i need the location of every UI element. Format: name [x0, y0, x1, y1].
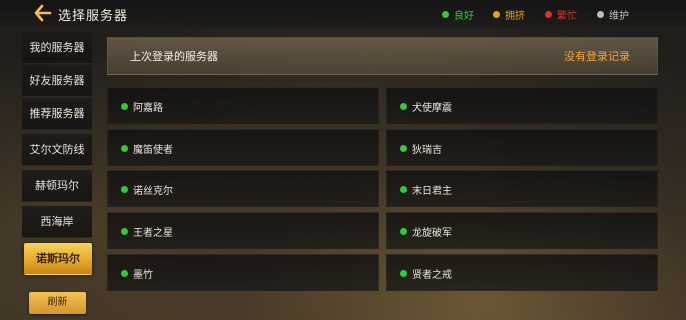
sidebar-item-hendon-myre[interactable]: 赫顿玛尔 — [22, 170, 92, 202]
server-name: 龙旋破军 — [412, 228, 452, 239]
server-name: 贤者之戒 — [412, 270, 452, 281]
server-item[interactable]: 末日君主 — [386, 170, 658, 207]
legend-maintenance: 维护 — [597, 7, 629, 22]
legend-full-label: 繁忙 — [557, 11, 577, 22]
status-dot-icon — [121, 228, 128, 235]
sidebar-item-west-coast[interactable]: 西海岸 — [22, 206, 92, 238]
status-dot-icon — [545, 11, 552, 18]
server-item[interactable]: 诺丝克尔 — [107, 170, 379, 207]
legend-maintenance-label: 维护 — [609, 11, 629, 22]
sidebar-item-recommended[interactable]: 推荐服务器 — [22, 98, 92, 130]
server-item[interactable]: 龙旋破军 — [386, 212, 658, 249]
legend-good: 良好 — [442, 7, 474, 22]
refresh-button[interactable]: 刷新 — [29, 292, 86, 314]
server-name: 魔笛使者 — [133, 145, 173, 156]
sidebar-item-elvenguard[interactable]: 艾尔文防线 — [22, 134, 92, 166]
server-item[interactable]: 王者之星 — [107, 212, 379, 249]
server-name: 末日君主 — [412, 186, 452, 197]
server-name: 王者之星 — [133, 228, 173, 239]
server-name: 阿嘉路 — [133, 103, 163, 114]
status-dot-icon — [121, 186, 128, 193]
status-dot-icon — [400, 103, 407, 110]
server-name: 犬使摩震 — [412, 103, 452, 114]
status-dot-icon — [121, 145, 128, 152]
top-bar: 选择服务器 良好 拥挤 繁忙 维护 — [0, 0, 686, 29]
sidebar-item-friend-servers[interactable]: 好友服务器 — [22, 65, 92, 97]
sidebar-item-my-servers[interactable]: 我的服务器 — [22, 32, 92, 64]
sidebar-item-nosmar[interactable]: 诺斯玛尔 — [24, 243, 92, 275]
legend-full: 繁忙 — [545, 7, 577, 22]
status-dot-icon — [400, 186, 407, 193]
legend-good-label: 良好 — [454, 11, 474, 22]
server-item[interactable]: 犬使摩震 — [386, 87, 658, 124]
status-dot-icon — [597, 11, 604, 18]
status-dot-icon — [493, 11, 500, 18]
server-item[interactable]: 阿嘉路 — [107, 87, 379, 124]
legend-busy: 拥挤 — [493, 7, 525, 22]
status-dot-icon — [442, 11, 449, 18]
last-login-panel: 上次登录的服务器 没有登录记录 — [107, 37, 658, 75]
no-record-text: 没有登录记录 — [564, 50, 630, 63]
server-item[interactable]: 狄瑞吉 — [386, 129, 658, 166]
back-arrow-icon[interactable] — [33, 3, 53, 23]
server-name: 狄瑞吉 — [412, 145, 442, 156]
server-item[interactable]: 贤者之戒 — [386, 254, 658, 291]
status-dot-icon — [400, 228, 407, 235]
server-item[interactable]: 魔笛使者 — [107, 129, 379, 166]
legend-busy-label: 拥挤 — [505, 11, 525, 22]
server-name: 墨竹 — [133, 270, 153, 281]
page-title: 选择服务器 — [58, 9, 129, 24]
server-item[interactable]: 墨竹 — [107, 254, 379, 291]
status-dot-icon — [121, 103, 128, 110]
last-login-label: 上次登录的服务器 — [130, 50, 218, 63]
server-name: 诺丝克尔 — [133, 186, 173, 197]
status-dot-icon — [121, 270, 128, 277]
status-dot-icon — [400, 145, 407, 152]
status-dot-icon — [400, 270, 407, 277]
